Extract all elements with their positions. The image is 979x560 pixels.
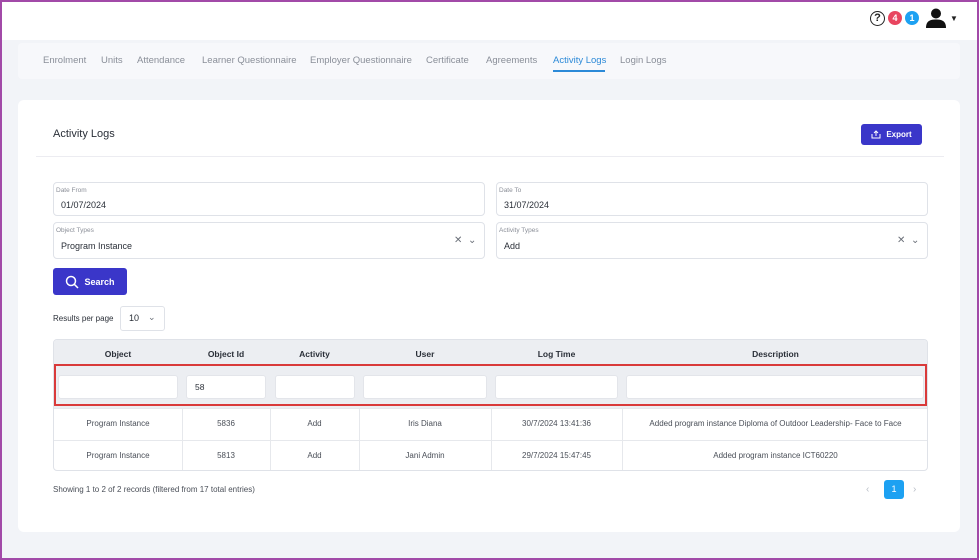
column-divider — [182, 408, 183, 470]
activity-types-label: Activity Types — [499, 227, 539, 234]
search-button[interactable]: Search — [53, 268, 127, 295]
chevron-right-icon[interactable]: › — [913, 484, 916, 495]
tab-login-logs[interactable]: Login Logs — [620, 55, 666, 66]
activity-types-select[interactable]: Activity Types Add ✕ ⌄ — [496, 222, 928, 259]
page-button-current[interactable]: 1 — [884, 480, 904, 499]
top-bar — [2, 2, 977, 40]
notification-badge[interactable]: 4 — [888, 11, 902, 25]
chevron-left-icon[interactable]: ‹ — [866, 484, 869, 495]
page-title: Activity Logs — [53, 128, 115, 140]
column-header-user[interactable]: User — [359, 349, 491, 359]
date-to-field[interactable]: Date To 31/07/2024 — [496, 182, 928, 216]
cell-object: Program Instance — [86, 451, 150, 460]
filter-row-highlight — [54, 364, 927, 406]
date-to-label: Date To — [499, 187, 522, 194]
cell-log-time: 29/7/2024 15:47:45 — [522, 451, 591, 460]
activity-types-value: Add — [504, 241, 521, 251]
object-types-value: Program Instance — [61, 241, 133, 251]
column-header-activity[interactable]: Activity — [270, 349, 359, 359]
tab-certificate[interactable]: Certificate — [426, 55, 469, 66]
column-header-object[interactable]: Object — [54, 349, 182, 359]
results-per-page-label: Results per page — [53, 314, 114, 323]
export-button[interactable]: Export — [861, 124, 922, 145]
export-icon — [871, 130, 881, 139]
tab-activity-logs[interactable]: Activity Logs — [553, 55, 606, 66]
cell-object-id: 5813 — [217, 451, 235, 460]
records-summary: Showing 1 to 2 of 2 records (filtered fr… — [53, 485, 255, 494]
message-badge[interactable]: 1 — [905, 11, 919, 25]
column-divider — [622, 408, 623, 470]
chevron-down-icon[interactable]: ▼ — [950, 14, 958, 23]
help-icon[interactable]: ? — [870, 11, 885, 26]
tab-employer-questionnaire[interactable]: Employer Questionnaire — [310, 55, 412, 66]
tab-learner-questionnaire[interactable]: Learner Questionnaire — [202, 55, 297, 66]
active-tab-indicator — [553, 70, 605, 72]
tab-attendance[interactable]: Attendance — [137, 55, 185, 66]
chevron-down-icon[interactable]: ⌄ — [911, 235, 919, 246]
cell-description: Added program instance Diploma of Outdoo… — [649, 419, 902, 428]
date-from-value: 01/07/2024 — [61, 200, 107, 210]
date-from-label: Date From — [56, 187, 87, 194]
header-divider — [36, 156, 944, 157]
column-divider — [359, 408, 360, 470]
column-divider — [491, 408, 492, 470]
cell-log-time: 30/7/2024 13:41:36 — [522, 419, 591, 428]
cell-user: Iris Diana — [408, 419, 442, 428]
tab-units[interactable]: Units — [101, 55, 123, 66]
export-label: Export — [886, 130, 912, 139]
results-per-page-select[interactable]: 10 ⌄ — [120, 306, 165, 331]
search-label: Search — [84, 276, 115, 287]
column-header-description[interactable]: Description — [622, 349, 927, 359]
column-divider — [270, 408, 271, 470]
cell-object: Program Instance — [86, 419, 150, 428]
cell-user: Jani Admin — [405, 451, 445, 460]
clear-icon[interactable]: ✕ — [897, 235, 905, 246]
user-avatar-icon[interactable] — [925, 7, 947, 29]
cell-activity: Add — [307, 451, 322, 460]
date-from-field[interactable]: Date From 01/07/2024 — [53, 182, 485, 216]
date-to-value: 31/07/2024 — [504, 200, 550, 210]
cell-description: Added program instance ICT60220 — [713, 451, 838, 460]
tab-agreements[interactable]: Agreements — [486, 55, 537, 66]
column-header-object-id[interactable]: Object Id — [182, 349, 270, 359]
cell-activity: Add — [307, 419, 322, 428]
results-per-page-value: 10 — [129, 313, 140, 323]
chevron-down-icon[interactable]: ⌄ — [468, 235, 476, 246]
tab-enrolment[interactable]: Enrolment — [43, 55, 86, 66]
chevron-down-icon: ⌄ — [148, 312, 156, 322]
clear-icon[interactable]: ✕ — [454, 235, 462, 246]
cell-object-id: 5836 — [217, 419, 235, 428]
column-header-log-time[interactable]: Log Time — [491, 349, 622, 359]
object-types-label: Object Types — [56, 227, 94, 234]
object-types-select[interactable]: Object Types Program Instance ✕ ⌄ — [53, 222, 485, 259]
search-icon — [66, 275, 80, 289]
